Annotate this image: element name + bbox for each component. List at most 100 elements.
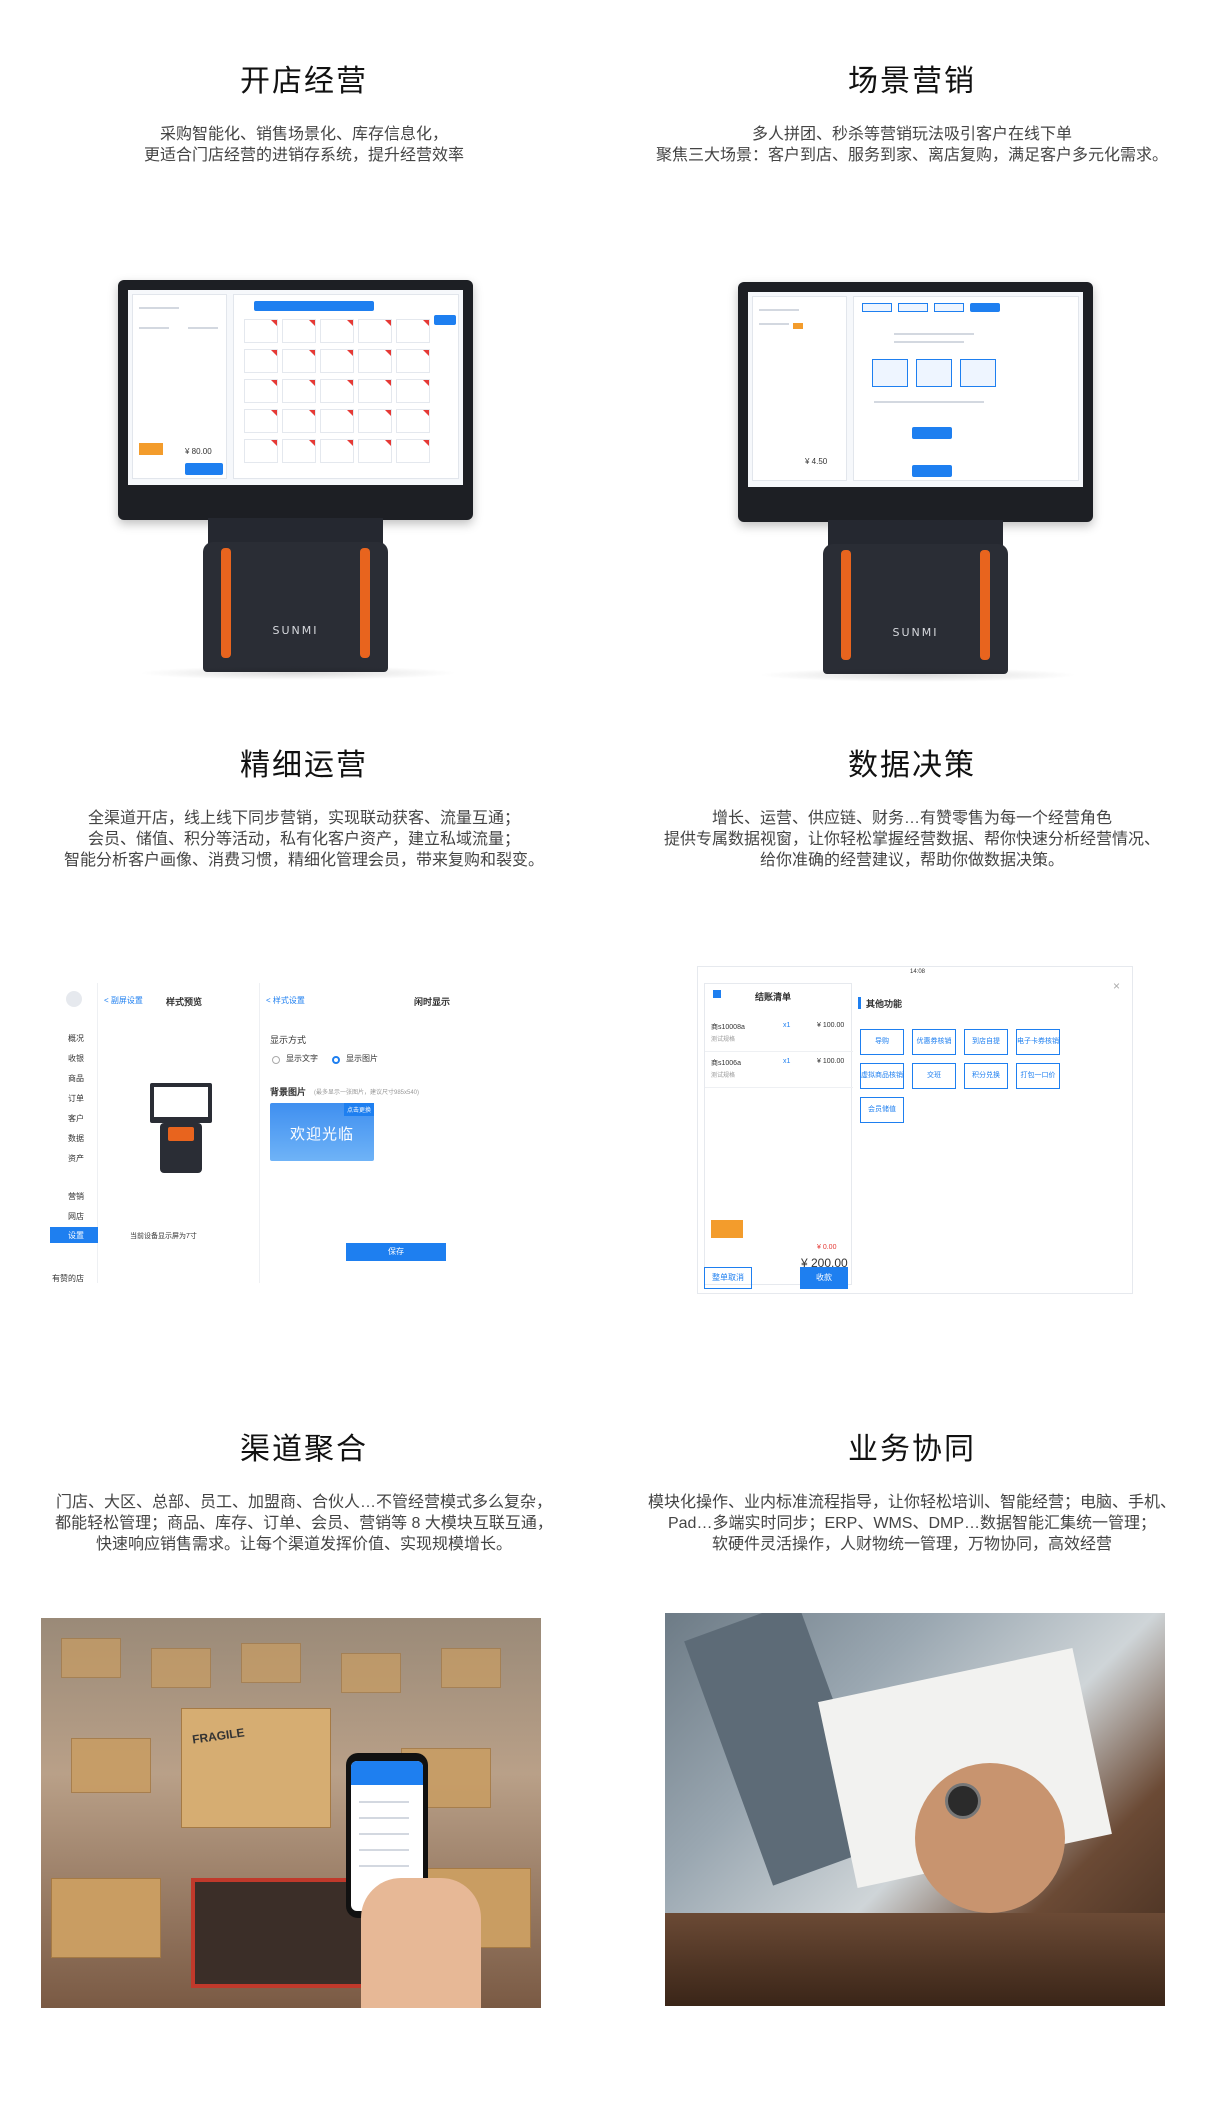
ipad-checkout-screen: 14:08 结账清单 商s10008a 测试规格 x1 ¥ 100.00 商s1… bbox=[697, 966, 1133, 1294]
list-item[interactable]: 商s10008a 测试规格 x1 ¥ 100.00 bbox=[705, 1022, 853, 1052]
section-desc-line: 全渠道开店，线上线下同步营销，实现联动获客、流量互通； bbox=[87, 810, 520, 827]
sidebar-item[interactable]: 客户 bbox=[68, 1113, 84, 1124]
warehouse-photo: FRAGILE bbox=[41, 1618, 541, 2008]
function-button[interactable]: 导购 bbox=[860, 1029, 904, 1055]
feature-business-collab: 业务协同 模块化操作、业内标准流程指导，让你轻松培训、智能经营；电脑、手机、 P… bbox=[608, 1430, 1216, 1555]
section-title: 业务协同 bbox=[848, 1433, 976, 1466]
discount-tag[interactable] bbox=[711, 1220, 743, 1238]
feature-channel-aggregation: 渠道聚合 门店、大区、总部、员工、加盟商、合伙人…不管经营模式多么复杂， 都能轻… bbox=[0, 1430, 608, 1555]
package-label: FRAGILE bbox=[191, 1725, 246, 1747]
pos-monitor: ¥ 4.50 bbox=[738, 282, 1093, 522]
panel-title: 样式预览 bbox=[166, 997, 203, 1007]
bg-label: 背景图片 bbox=[270, 1087, 307, 1097]
checkout-title: 结账清单 bbox=[755, 992, 792, 1002]
section-desc-line: 会员、储值、积分等活动，私有化客户资产，建立私域流量； bbox=[87, 831, 520, 848]
radio-image-label: 显示图片 bbox=[346, 1054, 378, 1063]
pos-terminal-image: ¥ 80.00 SUNMI bbox=[118, 280, 478, 680]
section-desc-line: 智能分析客户画像、消费习惯，精细化管理会员，带来复购和裂变。 bbox=[63, 852, 544, 869]
section-desc-line: 提供专属数据视窗，让你轻松掌握经营数据、帮你快速分析经营情况、 bbox=[663, 831, 1160, 848]
sidebar-item-active[interactable]: 设置 bbox=[50, 1227, 98, 1243]
section-desc-line: Pad…多端实时同步；ERP、WMS、DMP…数据智能汇集统一管理； bbox=[667, 1515, 1157, 1532]
sidebar-item[interactable]: 数据 bbox=[68, 1133, 84, 1144]
item-spec: 测试规格 bbox=[711, 1073, 736, 1079]
device-preview bbox=[150, 1083, 212, 1123]
change-image-button[interactable]: 点击更换 bbox=[343, 1103, 374, 1116]
section-header: 其他功能 bbox=[866, 999, 903, 1009]
hand bbox=[915, 1763, 1065, 1913]
cancel-order-button[interactable]: 整单取消 bbox=[704, 1267, 752, 1289]
discount-amount: ¥ 0.00 bbox=[817, 1244, 837, 1251]
sidebar-item[interactable]: 网店 bbox=[68, 1211, 84, 1222]
ipad-settings-screen: 概况 收银 商品 订单 客户 数据 资产 营销 网店 设置 有赞的店 < 副屏设… bbox=[50, 965, 550, 1297]
feature-data-decision: 数据决策 增长、运营、供应链、财务…有赞零售为每一个经营角色 提供专属数据视窗，… bbox=[608, 746, 1216, 871]
sidebar-item[interactable]: 资产 bbox=[68, 1153, 84, 1164]
device-caption: 当前设备显示屏为7寸 bbox=[130, 1233, 197, 1240]
section-desc-line: 采购智能化、销售场景化、库存信息化， bbox=[159, 126, 448, 143]
function-button[interactable]: 优惠券核销 bbox=[912, 1029, 956, 1055]
section-desc-line: 软硬件灵活操作，人财物统一管理，万物协同，高效经营 bbox=[711, 1536, 1112, 1553]
function-button[interactable]: 电子卡券核销 bbox=[1016, 1029, 1060, 1055]
section-desc-line: 多人拼团、秒杀等营销玩法吸引客户在线下单 bbox=[751, 126, 1072, 143]
list-item[interactable]: 商s1006a 测试规格 x1 ¥ 100.00 bbox=[705, 1058, 853, 1088]
pos-base: SUNMI bbox=[823, 544, 1008, 674]
feature-fine-operation: 精细运营 全渠道开店，线上线下同步营销，实现联动获客、流量互通； 会员、储值、积… bbox=[0, 746, 608, 871]
section-title: 渠道聚合 bbox=[240, 1433, 368, 1466]
package-box: FRAGILE bbox=[181, 1708, 331, 1828]
display-mode-label: 显示方式 bbox=[270, 1035, 307, 1045]
product-grid bbox=[233, 294, 459, 479]
function-button[interactable]: 虚拟商品核销 bbox=[860, 1063, 904, 1089]
close-icon[interactable]: × bbox=[1113, 979, 1120, 993]
pos-base: SUNMI bbox=[203, 542, 388, 672]
item-qty: x1 bbox=[783, 1058, 791, 1065]
radio-text-label: 显示文字 bbox=[286, 1054, 318, 1063]
sidebar-item[interactable]: 概况 bbox=[68, 1033, 84, 1044]
function-button[interactable]: 到店自提 bbox=[964, 1029, 1008, 1055]
item-spec: 测试规格 bbox=[711, 1037, 736, 1043]
collaboration-photo bbox=[665, 1613, 1165, 2006]
feature-scene-marketing: 场景营销 多人拼团、秒杀等营销玩法吸引客户在线下单 聚焦三大场景：客户到店、服务… bbox=[608, 62, 1216, 166]
welcome-text: 欢迎光临 bbox=[289, 1126, 354, 1143]
function-button[interactable]: 交班 bbox=[912, 1063, 956, 1089]
radio-text[interactable] bbox=[272, 1056, 280, 1064]
welcome-banner[interactable]: 点击更换 欢迎光临 bbox=[270, 1103, 374, 1161]
brand-logo: SUNMI bbox=[272, 624, 319, 637]
sidebar-item[interactable]: 商品 bbox=[68, 1073, 84, 1084]
section-title: 数据决策 bbox=[848, 749, 976, 782]
section-desc-line: 聚焦三大场景：客户到店、服务到家、离店复购，满足客户多元化需求。 bbox=[655, 147, 1168, 164]
section-title: 精细运营 bbox=[240, 749, 368, 782]
brand-logo: SUNMI bbox=[892, 626, 939, 639]
bg-hint: (最多显示一张图片，建议尺寸985x540) bbox=[314, 1090, 420, 1096]
checkout-list: 结账清单 商s10008a 测试规格 x1 ¥ 100.00 商s1006a 测… bbox=[704, 983, 853, 1285]
save-button[interactable]: 保存 bbox=[346, 1243, 446, 1261]
item-price: ¥ 100.00 bbox=[817, 1022, 845, 1029]
section-desc-line: 模块化操作、业内标准流程指导，让你轻松培训、智能经营；电脑、手机、 bbox=[647, 1494, 1176, 1511]
item-price: ¥ 100.00 bbox=[817, 1058, 845, 1065]
pos-screen: ¥ 80.00 bbox=[128, 290, 463, 485]
hand bbox=[361, 1878, 481, 2008]
sidebar-item[interactable]: 营销 bbox=[68, 1191, 84, 1202]
pos-total: ¥ 4.50 bbox=[805, 457, 828, 466]
section-desc-line: 都能轻松管理；商品、库存、订单、会员、营销等 8 大模块互联互通， bbox=[55, 1515, 553, 1532]
sidebar-item[interactable]: 订单 bbox=[68, 1093, 84, 1104]
pos-monitor: ¥ 80.00 bbox=[118, 280, 473, 520]
radio-image[interactable] bbox=[332, 1056, 340, 1064]
collect-payment-button[interactable]: 收款 bbox=[800, 1267, 848, 1289]
function-button[interactable]: 打包一口价 bbox=[1016, 1063, 1060, 1089]
back-link[interactable]: < 样式设置 bbox=[266, 995, 305, 1006]
section-desc-line: 快速响应销售需求。让每个渠道发挥价值、实现规模增长。 bbox=[95, 1536, 512, 1553]
function-button[interactable]: 积分兑换 bbox=[964, 1063, 1008, 1089]
store-name: 有赞的店 bbox=[52, 1274, 84, 1283]
section-desc-line: 门店、大区、总部、员工、加盟商、合伙人…不管经营模式多么复杂， bbox=[55, 1494, 552, 1511]
pos-terminal-image: ¥ 4.50 SUNMI bbox=[738, 282, 1098, 682]
back-link[interactable]: < 副屏设置 bbox=[104, 995, 143, 1006]
wooden-table bbox=[665, 1913, 1165, 2006]
section-desc-line: 更适合门店经营的进销存系统，提升经营效率 bbox=[143, 147, 464, 164]
function-button[interactable]: 会员储值 bbox=[860, 1097, 904, 1123]
marketing-panel bbox=[853, 296, 1079, 481]
item-name: 商s1006a bbox=[711, 1060, 741, 1067]
wristwatch bbox=[945, 1783, 981, 1819]
sidebar-item[interactable]: 收银 bbox=[68, 1053, 84, 1064]
checkout-list: ¥ 80.00 bbox=[132, 294, 227, 479]
grid-icon[interactable] bbox=[713, 990, 721, 998]
checkout-list: ¥ 4.50 bbox=[752, 296, 847, 481]
